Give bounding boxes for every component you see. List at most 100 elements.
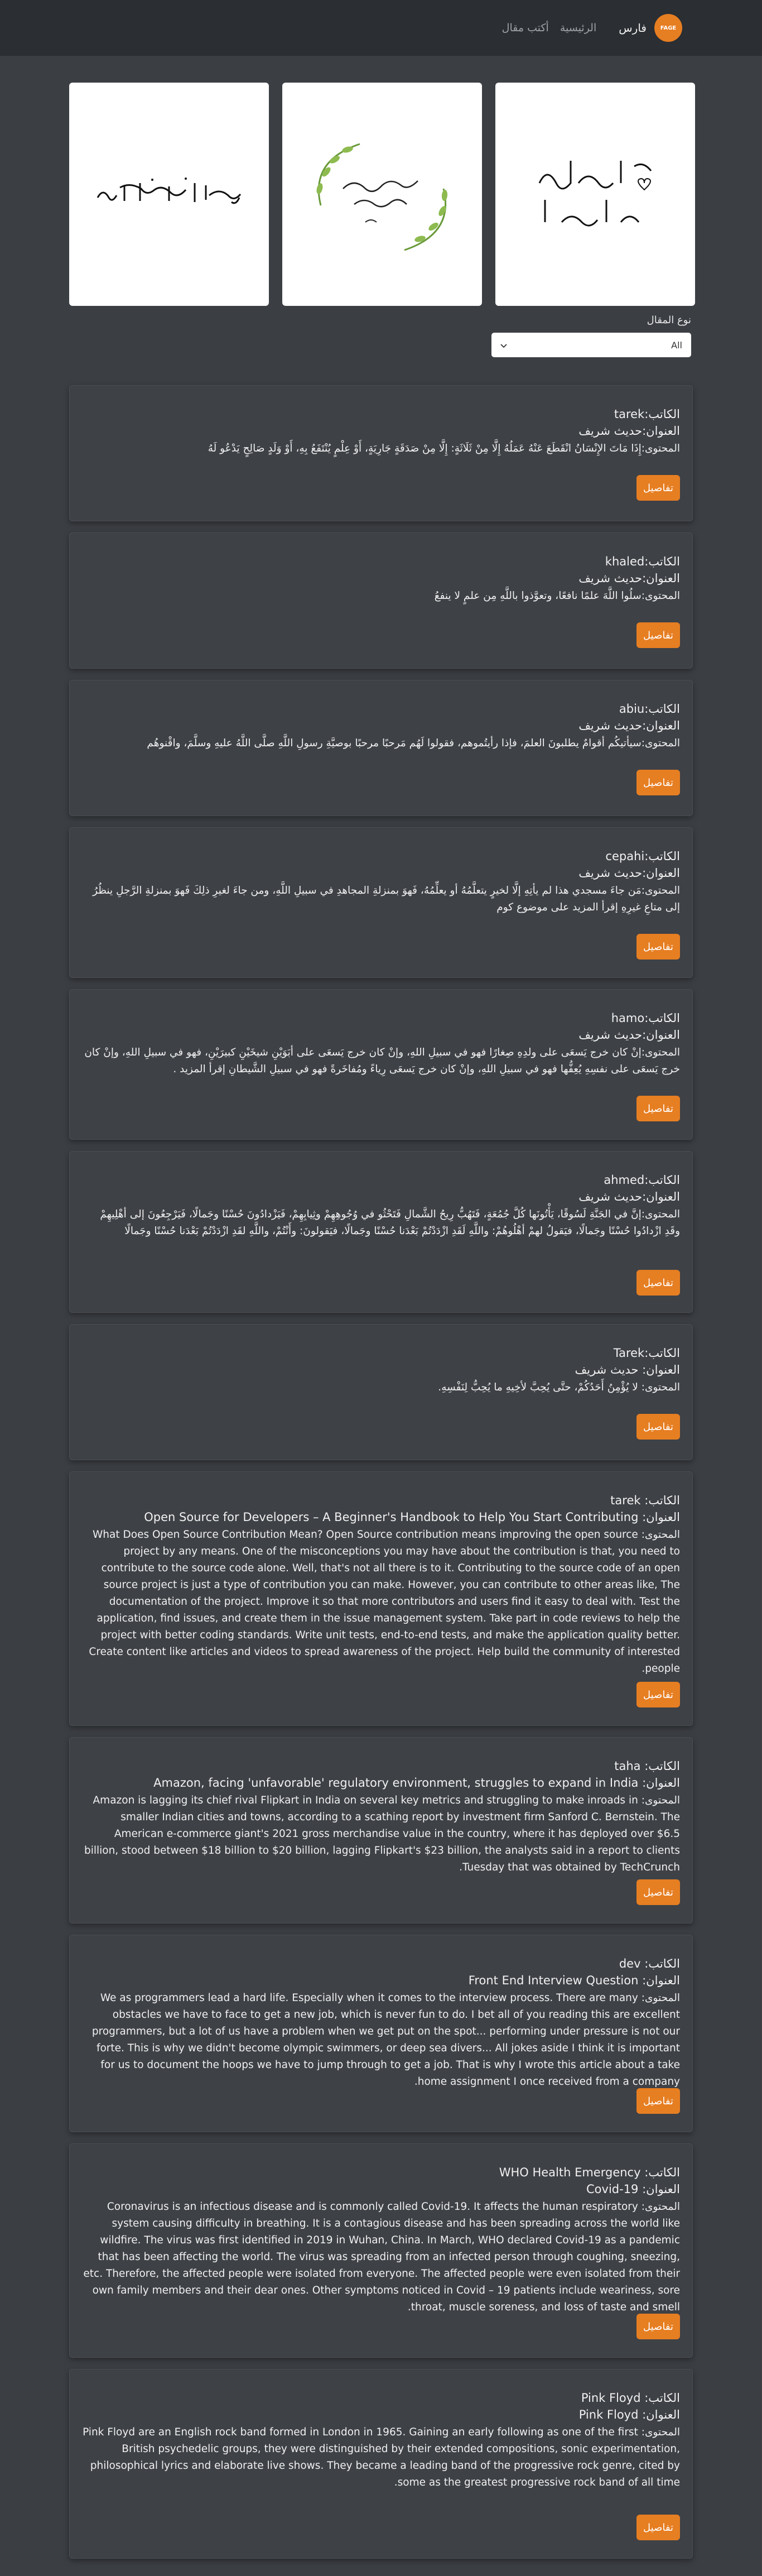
content-line: المحتوى: لا يُؤْمِنُ أَحَدُكُمْ، حتَّى ي… [438,1381,680,1393]
article-title: Open Source for Developers – A Beginner'… [144,1510,643,1524]
title-line: العنوان:حديث شريف [578,572,680,585]
author-line: الكاتب: tarek [610,1494,680,1507]
article-card: الكاتب:khaled العنوان:حديث شريف المحتوى:… [69,533,693,669]
nav-links: الرئيسية أكتب مقال [502,22,597,34]
details-button[interactable]: تفاصيل [636,622,680,648]
title-line: العنوان: Front End Interview Question [468,1974,680,1987]
article-card: الكاتب:cepahi العنوان:حديث شريف المحتوى:… [69,827,693,978]
author-name: Pink Floyd [581,2391,645,2405]
details-button[interactable]: تفاصيل [636,1682,680,1707]
content-line: المحتوى:إنَّ في الجَنَّةِ لَسُوقًا، يَأْ… [100,1208,680,1237]
author-line: الكاتب:cepahi [605,850,680,863]
article-type-select[interactable]: All [491,333,691,357]
calligraphy-tile-la-tahzan [69,83,269,306]
title-line: العنوان: Pink Floyd [578,2408,680,2421]
details-button[interactable]: تفاصيل [636,1414,680,1440]
content-line: المحتوى: Pink Floyd are an English rock … [83,2426,680,2488]
details-button[interactable]: تفاصيل [636,475,680,501]
author-name: tarek [614,407,645,421]
calligraphy-wreath-image [316,143,448,251]
author-name: abiu [619,702,645,716]
article-title: حديث شريف [578,1028,643,1042]
article-card: الكاتب: taha العنوان: Amazon, facing 'un… [69,1737,693,1923]
author-name: dev [619,1957,645,1970]
content-line: المحتوى: We as programmers lead a hard l… [91,1992,680,2088]
article-content: Coronavirus is an infectious disease and… [83,2201,680,2313]
details-button[interactable]: تفاصيل [636,2088,680,2114]
article-title: Covid-19 [586,2182,643,2196]
article-card: الكاتب: WHO Health Emergency العنوان: Co… [69,2143,693,2358]
author-name: tarek [610,1494,645,1507]
filter-label: نوع المقال [647,314,691,326]
article-content: سيأتيكُم أقوامٌ يطلبونَ العلمَ، فإذا رأي… [147,737,642,749]
nav-link-home[interactable]: الرئيسية [560,22,596,34]
image-gallery [69,83,695,306]
article-card: الكاتب: tarek العنوان: Open Source for D… [69,1471,693,1726]
details-button[interactable]: تفاصيل [636,1096,680,1121]
article-title: حديث شريف [578,866,643,880]
content-line: المحتوى: What Does Open Source Contribut… [89,1529,680,1675]
author-line: الكاتب:tarek [614,407,680,421]
calligraphy-tile-la-hawla [495,83,695,306]
article-card: الكاتب:tarek العنوان:حديث شريف المحتوى:إ… [69,385,693,521]
author-line: الكاتب: Pink Floyd [581,2391,680,2405]
article-content: سلُوا اللَّهَ علمًا نافعًا، وتعوَّذوا با… [434,590,642,602]
details-button[interactable]: تفاصيل [636,2314,680,2339]
article-title: Front End Interview Question [468,1974,643,1987]
author-name: WHO Health Emergency [499,2166,645,2179]
author-name: Tarek [613,1346,645,1360]
title-line: العنوان: Amazon, facing 'unfavorable' re… [153,1776,680,1790]
nav-link-write-article[interactable]: أكتب مقال [502,22,549,34]
title-line: العنوان:حديث شريف [578,424,680,438]
title-line: العنوان: Open Source for Developers – A … [144,1510,680,1524]
article-content: Pink Floyd are an English rock band form… [83,2426,680,2488]
author-line: الكاتب: WHO Health Emergency [499,2166,680,2179]
author-line: الكاتب:hamo [611,1011,680,1025]
article-title: حديث شريف [578,1190,643,1203]
author-line: الكاتب:abiu [619,702,680,716]
article-card: الكاتب: Pink Floyd العنوان: Pink Floyd ا… [69,2369,693,2559]
author-line: الكاتب:ahmed [604,1173,680,1187]
content-line: المحتوى:إِذَا مَاتَ الإِنْسَانُ انْقَطَع… [208,443,680,454]
article-content: إِذَا مَاتَ الإِنْسَانُ انْقَطَعَ عَنْهُ… [208,443,642,454]
article-title: حديث شريف [575,1363,643,1376]
select-value: All [671,339,682,351]
article-card: الكاتب:ahmed العنوان:حديث شريف المحتوى:إ… [69,1151,693,1313]
article-content: إنْ كان خرج يَسعَى على ولدِهِ صِغارًا فه… [84,1047,680,1075]
calligraphy-la-tahzan-image [97,178,242,204]
author-line: الكاتب:Tarek [613,1346,680,1360]
content-line: المحتوى:سلُوا اللَّهَ علمًا نافعًا، وتعو… [434,590,680,602]
article-type-filter: نوع المقال All [491,314,691,357]
article-card: الكاتب: dev العنوان: Front End Interview… [69,1935,693,2132]
article-content: Amazon is lagging its chief rival Flipka… [84,1795,680,1873]
author-line: الكاتب:khaled [605,555,680,568]
title-line: العنوان:حديث شريف [578,1190,680,1203]
logo[interactable]: FAGE [654,14,682,42]
title-line: العنوان: حديث شريف [575,1363,680,1376]
brand[interactable]: FAGE فارس [619,14,682,42]
title-line: العنوان:حديث شريف [578,719,680,732]
content-line: المحتوى:سيأتيكُم أقوامٌ يطلبونَ العلمَ، … [147,737,680,749]
article-card: الكاتب:abiu العنوان:حديث شريف المحتوى:سي… [69,680,693,816]
details-button[interactable]: تفاصيل [636,770,680,795]
details-button[interactable]: تفاصيل [636,1270,680,1296]
article-content: We as programmers lead a hard life. Espe… [91,1992,680,2088]
article-card: الكاتب:Tarek العنوان: حديث شريف المحتوى:… [69,1324,693,1460]
article-title: حديث شريف [578,424,643,438]
author-name: ahmed [604,1173,645,1187]
brand-name[interactable]: فارس [619,21,647,35]
article-content: مَن جاءَ مسجدي هذا لم يأتِهِ إلَّا لخيرٍ… [93,885,680,913]
article-content: لا يُؤْمِنُ أَحَدُكُمْ، حتَّى يُحِبَّ لأ… [438,1381,642,1393]
author-name: cepahi [605,850,645,863]
content-line: المحتوى:إنْ كان خرج يَسعَى على ولدِهِ صِ… [84,1047,680,1075]
details-button[interactable]: تفاصيل [636,934,680,960]
details-button[interactable]: تفاصيل [636,2515,680,2540]
author-name: khaled [605,555,645,568]
article-title: Amazon, facing 'unfavorable' regulatory … [153,1776,643,1790]
article-content: What Does Open Source Contribution Mean?… [89,1529,680,1675]
title-line: العنوان:حديث شريف [578,866,680,880]
author-name: taha [614,1759,645,1773]
article-title: حديث شريف [578,572,643,585]
calligraphy-tile-salam-wreath [282,83,482,306]
details-button[interactable]: تفاصيل [636,1879,680,1905]
